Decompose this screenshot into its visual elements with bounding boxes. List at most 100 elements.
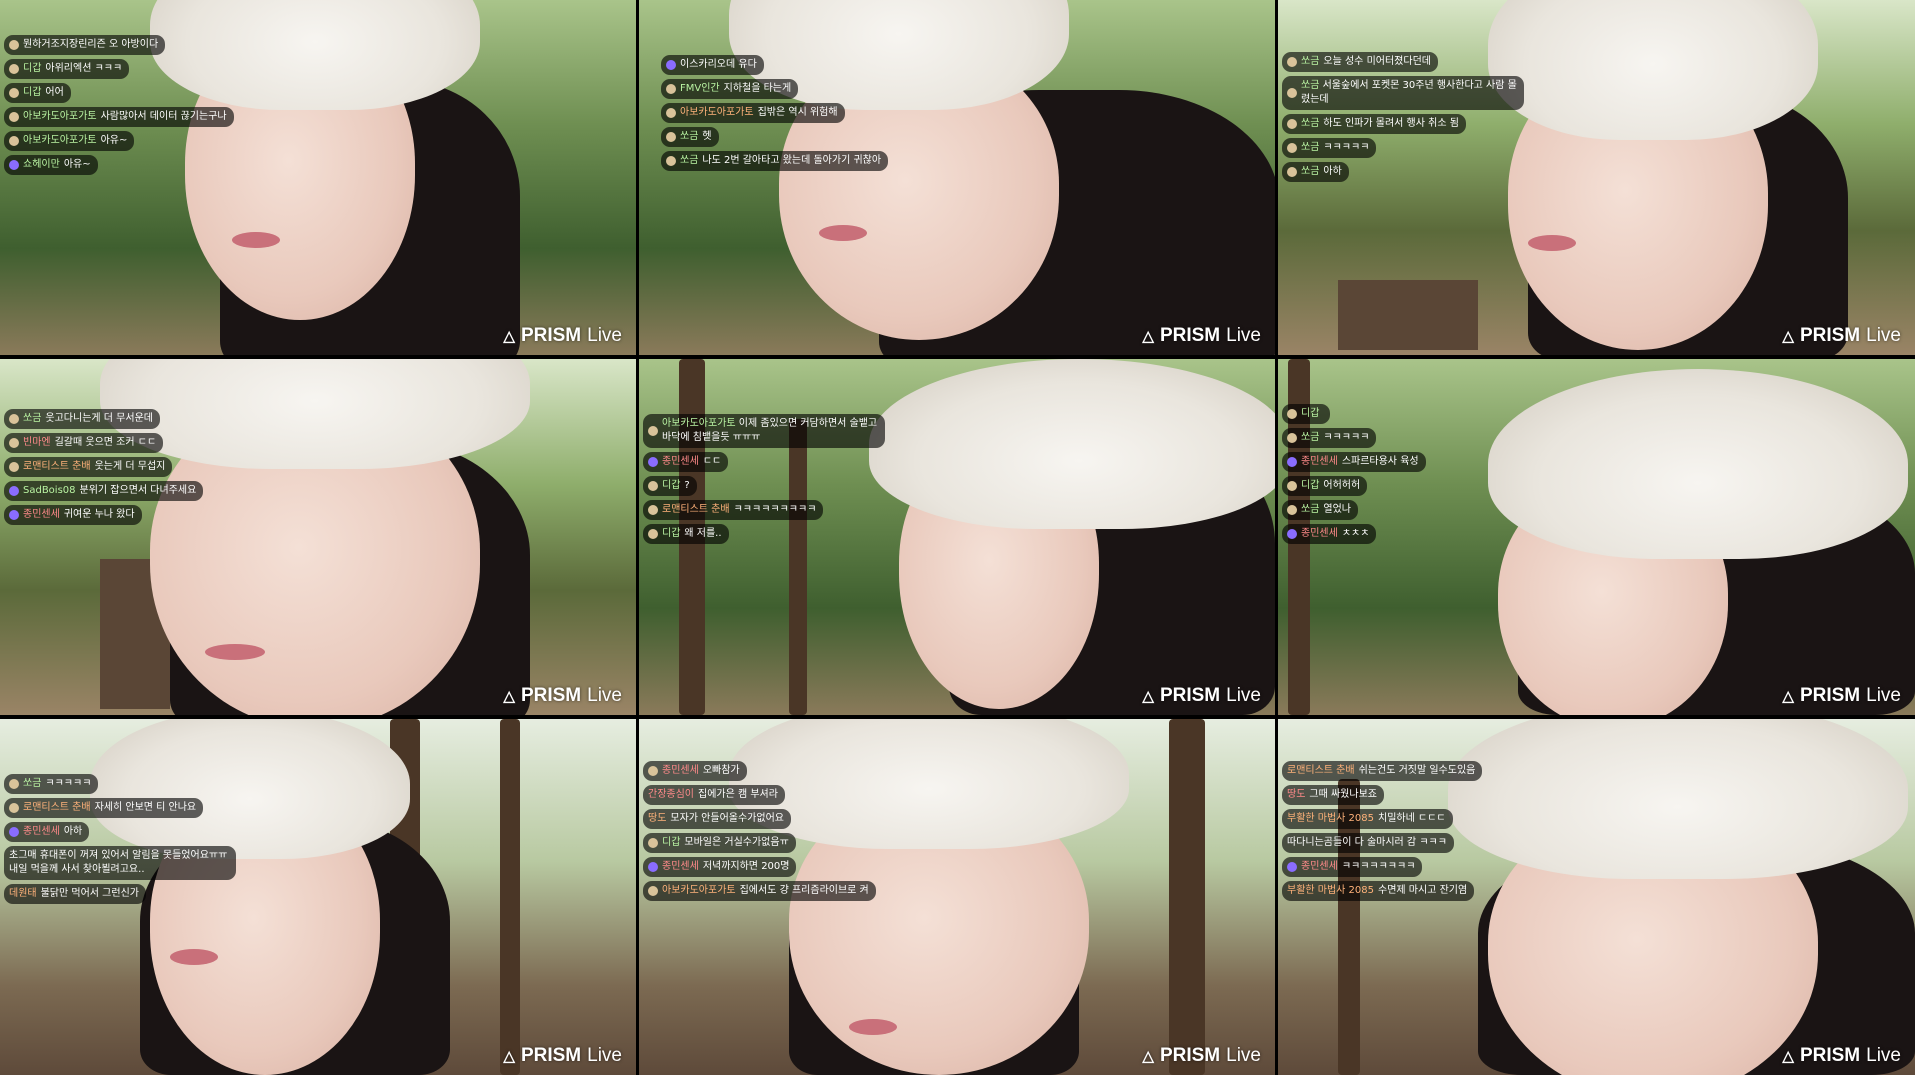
prism-logo-icon: △: [503, 688, 515, 705]
user-badge-icon: [648, 481, 658, 491]
user-badge-icon: [1287, 119, 1297, 129]
chat-message: 쏘금 아하: [1282, 162, 1349, 182]
chat-overlay: 쏘금 오늘 성수 미어터졌다던데 쏘금 서울숲에서 포켓몬 30주년 행사한다고 …: [1282, 52, 1524, 182]
user-badge-icon: [9, 462, 19, 472]
chat-message: 뭔하거조지장린리즌 오 아방이다: [4, 35, 166, 55]
tree-trunk: [500, 719, 520, 1075]
user-badge-icon: [666, 84, 676, 94]
prism-live-watermark: △ PRISM Live: [1142, 325, 1261, 346]
user-badge-icon: [666, 156, 676, 166]
chat-message: 디갑 모바일은 거실수가없음ㅠ: [643, 833, 796, 853]
prism-live-watermark: △ PRISM Live: [503, 685, 622, 706]
chat-message: 쏘금 ㅋㅋㅋㅋㅋ: [4, 774, 99, 794]
chat-message: 종민센세 귀여운 누나 왔다: [4, 505, 142, 525]
chat-message: 종민센세 ㅋㅋㅋㅋㅋㅋㅋㅋ: [1282, 857, 1423, 877]
lips: [819, 225, 867, 241]
chat-message: 종민센세 아하: [4, 822, 90, 842]
chat-message: 디갑 어허허허: [1282, 476, 1368, 496]
user-badge-icon: [1287, 529, 1297, 539]
chat-message: 쏘금 헷: [661, 127, 719, 147]
fur-hat: [1488, 0, 1818, 140]
user-badge-icon: [1287, 409, 1297, 419]
chat-message: 쏘금 열었나: [1282, 500, 1359, 520]
lips: [1528, 235, 1576, 251]
user-badge-icon: [9, 112, 19, 122]
chat-message: 디갑: [1282, 404, 1331, 424]
user-badge-icon: [648, 862, 658, 872]
chat-message: 따다니는곰들이 다 술마시러 감 ㅋㅋㅋ: [1282, 833, 1454, 853]
user-badge-icon: [648, 426, 658, 436]
user-badge-icon: [1287, 862, 1297, 872]
chat-overlay: 이스카리오데 유다 FMV인간 지하철을 타는게 아보카도아포가토 집밖은 역시 위…: [661, 55, 889, 171]
prism-live-watermark: △ PRISM Live: [1782, 685, 1901, 706]
fur-hat: [869, 359, 1275, 529]
chat-message: 쏘금 웃고다니는게 더 무서운데: [4, 409, 160, 429]
user-badge-icon: [9, 779, 19, 789]
chat-message: 디갑?: [643, 476, 697, 496]
user-badge-icon: [1287, 88, 1297, 98]
fur-hat: [1448, 719, 1908, 879]
prism-live-watermark: △ PRISM Live: [1142, 685, 1261, 706]
stream-frame-2: 이스카리오데 유다 FMV인간 지하철을 타는게 아보카도아포가토 집밖은 역시 위…: [639, 0, 1275, 355]
chat-overlay: 종민센세 오빠참가 간장종심이 집에가은 캠 부셔라 땅도 모자가 안들어올수가없어요…: [643, 761, 876, 901]
lips: [170, 949, 218, 965]
user-badge-icon: [648, 838, 658, 848]
tree-trunk: [1169, 719, 1205, 1075]
user-badge-icon: [648, 766, 658, 776]
chat-message: 쏘금 오늘 성수 미어터졌다던데: [1282, 52, 1438, 72]
fur-hat: [1488, 369, 1908, 559]
user-badge-icon: [9, 486, 19, 496]
prism-logo-icon: △: [1782, 328, 1794, 345]
chat-message: 로맨티스트 춘배 ㅋㅋㅋㅋㅋㅋㅋㅋㅋ: [643, 500, 824, 520]
user-badge-icon: [666, 132, 676, 142]
user-badge-icon: [9, 803, 19, 813]
chat-message: 데원태 불닭만 먹어서 그런신가: [4, 884, 146, 904]
lips: [205, 644, 265, 660]
chat-message: 아보카도아포가토 사람많아서 데이터 끊기는구나: [4, 107, 234, 127]
user-badge-icon: [648, 505, 658, 515]
chat-overlay: 아보카도아포가토 이제 좀있으면 커담하면서 술뱉고 바닥에 침뱉을듯 ㅠㅠㅠ …: [643, 414, 885, 544]
chat-message: 부활한 마법사 2085 치밀하네 ㄷㄷㄷ: [1282, 809, 1453, 829]
chat-message: 디갑 어어: [4, 83, 71, 103]
user-badge-icon: [1287, 433, 1297, 443]
chat-message: 종민센세 ㅊㅊㅊ: [1282, 524, 1377, 544]
stream-frame-7: 쏘금 ㅋㅋㅋㅋㅋ 로맨티스트 춘배 자세히 안보면 티 안나요 종민센세 아하 초그매…: [0, 719, 636, 1075]
user-badge-icon: [1287, 167, 1297, 177]
chat-overlay: 쏘금 ㅋㅋㅋㅋㅋ 로맨티스트 춘배 자세히 안보면 티 안나요 종민센세 아하 초그매…: [4, 774, 236, 904]
chat-overlay: 디갑 쏘금 ㅋㅋㅋㅋㅋ 종민센세 스파르타용사 육성 디갑 어허허허 쏘금 열었나 종민…: [1282, 404, 1426, 544]
chat-message: 로맨티스트 춘배 자세히 안보면 티 안나요: [4, 798, 204, 818]
prism-logo-icon: △: [1142, 688, 1154, 705]
prism-logo-icon: △: [503, 1048, 515, 1065]
chat-message: 쏘금 ㅋㅋㅋㅋㅋ: [1282, 428, 1377, 448]
user-badge-icon: [666, 108, 676, 118]
chat-overlay: 쏘금 웃고다니는게 더 무서운데 빈마엔 길갈때 웃으면 조커 ㄷㄷ 로맨티스트 춘…: [4, 409, 204, 525]
chat-message: 아보카도아포가토 집밖은 역시 위험해: [661, 103, 845, 123]
stream-frame-1: 뭔하거조지장린리즌 오 아방이다 디갑 아위리엑션 ㅋㅋㅋ 디갑 어어 아보카도아포…: [0, 0, 636, 355]
chat-message: 부활한 마법사 2085 수면제 마시고 잔기염: [1282, 881, 1475, 901]
chat-message: 로맨티스트 춘배 웃는게 더 무섭지: [4, 457, 173, 477]
prism-logo-icon: △: [1142, 328, 1154, 345]
prism-logo-icon: △: [503, 328, 515, 345]
user-badge-icon: [9, 64, 19, 74]
lips: [232, 232, 280, 248]
prism-live-watermark: △ PRISM Live: [1142, 1045, 1261, 1066]
user-badge-icon: [9, 827, 19, 837]
chat-message: 쏘금 나도 2번 갈아타고 왔는데 돌아가기 귀찮아: [661, 151, 889, 171]
stream-grid: 뭔하거조지장린리즌 오 아방이다 디갑 아위리엑션 ㅋㅋㅋ 디갑 어어 아보카도아포…: [0, 0, 1915, 1075]
prism-live-watermark: △ PRISM Live: [503, 325, 622, 346]
user-badge-icon: [648, 529, 658, 539]
chat-message: 간장종심이 집에가은 캠 부셔라: [643, 785, 785, 805]
stream-frame-4: 쏘금 웃고다니는게 더 무서운데 빈마엔 길갈때 웃으면 조커 ㄷㄷ 로맨티스트 춘…: [0, 359, 636, 715]
chat-message: FMV인간 지하철을 타는게: [661, 79, 799, 99]
chat-message: SadBois08 분위기 잡으면서 다녀주세요: [4, 481, 204, 501]
chat-overlay: 뭔하거조지장린리즌 오 아방이다 디갑 아위리엑션 ㅋㅋㅋ 디갑 어어 아보카도아포…: [4, 35, 234, 175]
user-badge-icon: [1287, 481, 1297, 491]
stream-frame-3: 쏘금 오늘 성수 미어터졌다던데 쏘금 서울숲에서 포켓몬 30주년 행사한다고 …: [1278, 0, 1915, 355]
chat-message: 디갑 왜 저를..: [643, 524, 729, 544]
prism-live-watermark: △ PRISM Live: [1782, 325, 1901, 346]
stream-frame-9: 로맨티스트 춘배 쉬는건도 거짓말 일수도있음 땅도 그때 싸웠나보죠 부활한 마법…: [1278, 719, 1915, 1075]
chat-message: 땅도 모자가 안들어올수가없어요: [643, 809, 791, 829]
chat-message: 빈마엔 길갈때 웃으면 조커 ㄷㄷ: [4, 433, 164, 453]
user-badge-icon: [9, 414, 19, 424]
chat-message: 아보카도아포가토 집에서도 걍 프리즘라이브로 켜: [643, 881, 876, 901]
